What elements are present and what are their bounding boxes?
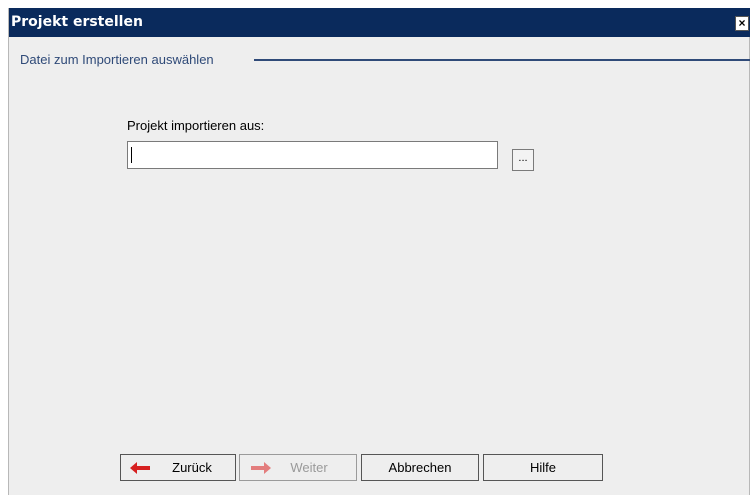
browse-button[interactable]: ... xyxy=(512,149,534,171)
back-button[interactable]: Zurück xyxy=(120,454,236,481)
import-path-input[interactable] xyxy=(127,141,498,169)
arrow-right-icon xyxy=(251,462,271,474)
help-button[interactable]: Hilfe xyxy=(483,454,603,481)
cancel-button[interactable]: Abbrechen xyxy=(361,454,479,481)
section-header: Datei zum Importieren auswählen xyxy=(9,51,750,69)
text-caret xyxy=(131,147,132,163)
create-project-dialog: Projekt erstellen × Datei zum Importiere… xyxy=(8,8,750,495)
next-button[interactable]: Weiter xyxy=(239,454,357,481)
title-bar[interactable]: Projekt erstellen × xyxy=(9,8,750,37)
section-divider xyxy=(254,59,750,61)
close-button[interactable]: × xyxy=(735,16,749,31)
dialog-title: Projekt erstellen xyxy=(11,14,143,30)
cancel-button-label: Abbrechen xyxy=(388,460,452,475)
back-button-label: Zurück xyxy=(172,460,212,475)
next-button-label: Weiter xyxy=(290,460,328,475)
arrow-left-icon xyxy=(130,462,150,474)
section-title: Datei zum Importieren auswählen xyxy=(20,52,217,67)
import-from-label: Projekt importieren aus: xyxy=(127,118,265,133)
help-button-label: Hilfe xyxy=(529,460,556,475)
